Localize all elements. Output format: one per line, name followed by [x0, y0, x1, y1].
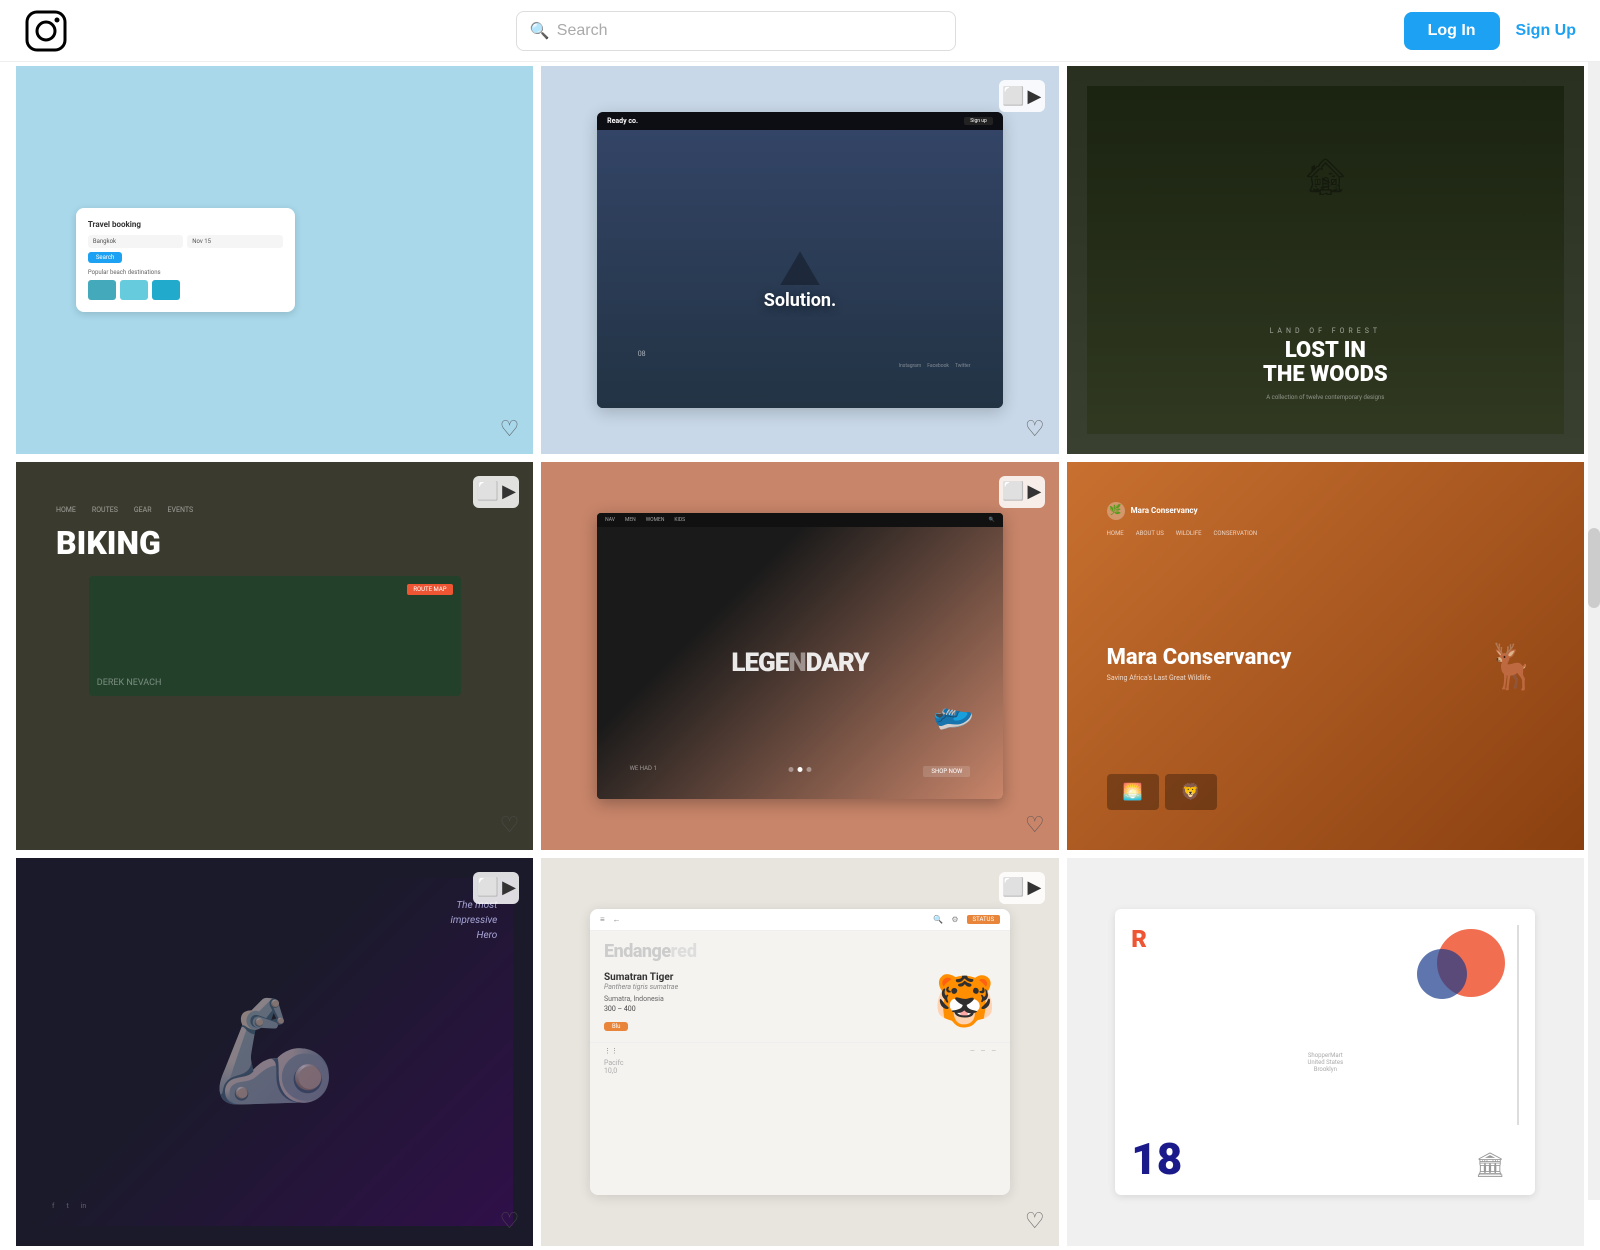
search-input[interactable] [516, 11, 956, 51]
solution-title: Solution. [764, 290, 836, 311]
multi-arrow-icon: ▶ [502, 877, 516, 898]
solution-screen: Ready co. Sign up ⛰ Solution. 08 Instagr… [597, 112, 1003, 408]
tiger-icon: 🐯 [934, 973, 996, 1031]
like-button[interactable]: ♡ [1025, 814, 1045, 836]
list-item[interactable]: 🦾 The mostimpressiveHero f t in ⬜ [12, 854, 537, 1250]
search-button[interactable]: Search [88, 252, 122, 263]
mara-subtitle: Saving Africa's Last Great Wildlife [1107, 674, 1292, 682]
search-container: 🔍 [516, 11, 956, 51]
dark-social-links: f t in [52, 1202, 86, 1210]
big-number: 18 [1131, 1137, 1182, 1181]
multi-icon: ⬜ ▶ [473, 476, 519, 508]
login-button[interactable]: Log In [1404, 12, 1500, 50]
biking-screenshot: ROUTE MAP DEREK NEVACH [89, 576, 461, 696]
video-icon: ⬜ ▶ [999, 476, 1045, 508]
list-item[interactable]: 🏚 LAND OF FOREST LOST INTHE WOODS A coll… [1063, 62, 1588, 458]
video-icon: ⬜ ▶ [999, 872, 1045, 904]
biking-person-name: DEREK NEVACH [97, 678, 162, 688]
logo [24, 9, 68, 53]
camera-icon: ⬜ [1002, 877, 1024, 898]
camera-icon: ⬜ [1002, 86, 1024, 107]
multi-arrow-icon: ▶ [502, 481, 516, 502]
list-item[interactable]: ≡ ← 🔍 ⚙ STATUS Endangered Sumatran Tiger [537, 854, 1062, 1250]
list-item[interactable]: 🌿 Mara Conservancy HOME ABOUT US WILDLIF… [1063, 458, 1588, 854]
location: Sumatra, Indonesia [604, 995, 924, 1003]
shop-now-button: SHOP NOW [923, 766, 970, 777]
endangered-title: Endangered [590, 931, 1010, 966]
cabin-icon: 🏚 [1302, 156, 1348, 198]
like-button[interactable]: ♡ [1025, 1210, 1045, 1232]
biking-nav: HOME ROUTES GEAR EVENTS [56, 506, 193, 514]
vertical-line [1517, 925, 1519, 1125]
play-icon: ▶ [1027, 481, 1041, 502]
legendary-screen: NAV MEN WOMEN KIDS 🔍 LEGENDARY 👟 SHOP NO… [597, 513, 1003, 798]
app-header: 🔍 Log In Sign Up [0, 0, 1600, 62]
play-icon: ▶ [1027, 86, 1041, 107]
header-actions: Log In Sign Up [1404, 12, 1576, 50]
list-item[interactable]: Ready co. Sign up ⛰ Solution. 08 Instagr… [537, 62, 1062, 458]
woods-title: LOST INTHE WOODS [1263, 339, 1388, 385]
like-button[interactable]: ♡ [1025, 418, 1045, 440]
mara-hero-title: Mara Conservancy [1107, 645, 1292, 670]
red-label: ShopperMart United States Brooklyn [1307, 1052, 1343, 1073]
population-range: 300 – 400 [604, 1005, 924, 1013]
woods-description: A collection of twelve contemporary desi… [1266, 394, 1384, 402]
endangered-screen: ≡ ← 🔍 ⚙ STATUS Endangered Sumatran Tiger [590, 909, 1010, 1194]
multi-icon: ⬜ ▶ [473, 872, 519, 904]
shoe-icon: 👟 [924, 686, 976, 737]
deer-icon: 🦌 [1485, 640, 1540, 692]
list-item[interactable]: NAV MEN WOMEN KIDS 🔍 LEGENDARY 👟 SHOP NO… [537, 458, 1062, 854]
mara-nav: HOME ABOUT US WILDLIFE CONSERVATION [1107, 530, 1544, 537]
scrollbar-thumb[interactable] [1588, 528, 1600, 608]
mara-thumbnails: 🌅 🦁 [1107, 774, 1544, 810]
list-item[interactable]: HOME ROUTES GEAR EVENTS Biking ROUTE MAP… [12, 458, 537, 854]
scrollbar[interactable] [1588, 0, 1600, 1200]
animal-name: Sumatran Tiger [604, 972, 924, 983]
like-button[interactable]: ♡ [500, 1210, 520, 1232]
dark-tagline: The mostimpressiveHero [451, 898, 498, 943]
woods-label: LAND OF FOREST [1270, 327, 1381, 335]
search-icon: 🔍 [530, 21, 550, 40]
list-item[interactable]: R 18 🏛 ShopperMart United States Brookly… [1063, 854, 1588, 1250]
video-icon: ⬜ ▶ [999, 80, 1045, 112]
latin-name: Panthera tigris sumatrae [604, 983, 924, 991]
gallery-grid: Travel booking Bangkok Nov 15 Search Pop… [0, 62, 1600, 1250]
camera-icon: ⬜ [477, 481, 499, 502]
play-icon: ▶ [1027, 877, 1041, 898]
building-icon: 🏛 [1475, 1151, 1505, 1179]
like-button[interactable]: ♡ [500, 814, 520, 836]
list-item[interactable]: Travel booking Bangkok Nov 15 Search Pop… [12, 62, 537, 458]
like-button[interactable]: ♡ [500, 418, 520, 440]
biking-title: Biking [56, 524, 161, 562]
legendary-text: LEGENDARY [731, 648, 868, 678]
travel-form-title: Travel booking [88, 220, 283, 229]
red-design-screen: R 18 🏛 ShopperMart United States Brookly… [1115, 909, 1535, 1194]
camera-icon: ⬜ [1002, 481, 1024, 502]
mara-logo-icon: 🌿 [1107, 502, 1125, 520]
signup-button[interactable]: Sign Up [1516, 22, 1576, 40]
mara-nav-brand: Mara Conservancy [1131, 506, 1198, 515]
camera-icon: ⬜ [477, 877, 499, 898]
